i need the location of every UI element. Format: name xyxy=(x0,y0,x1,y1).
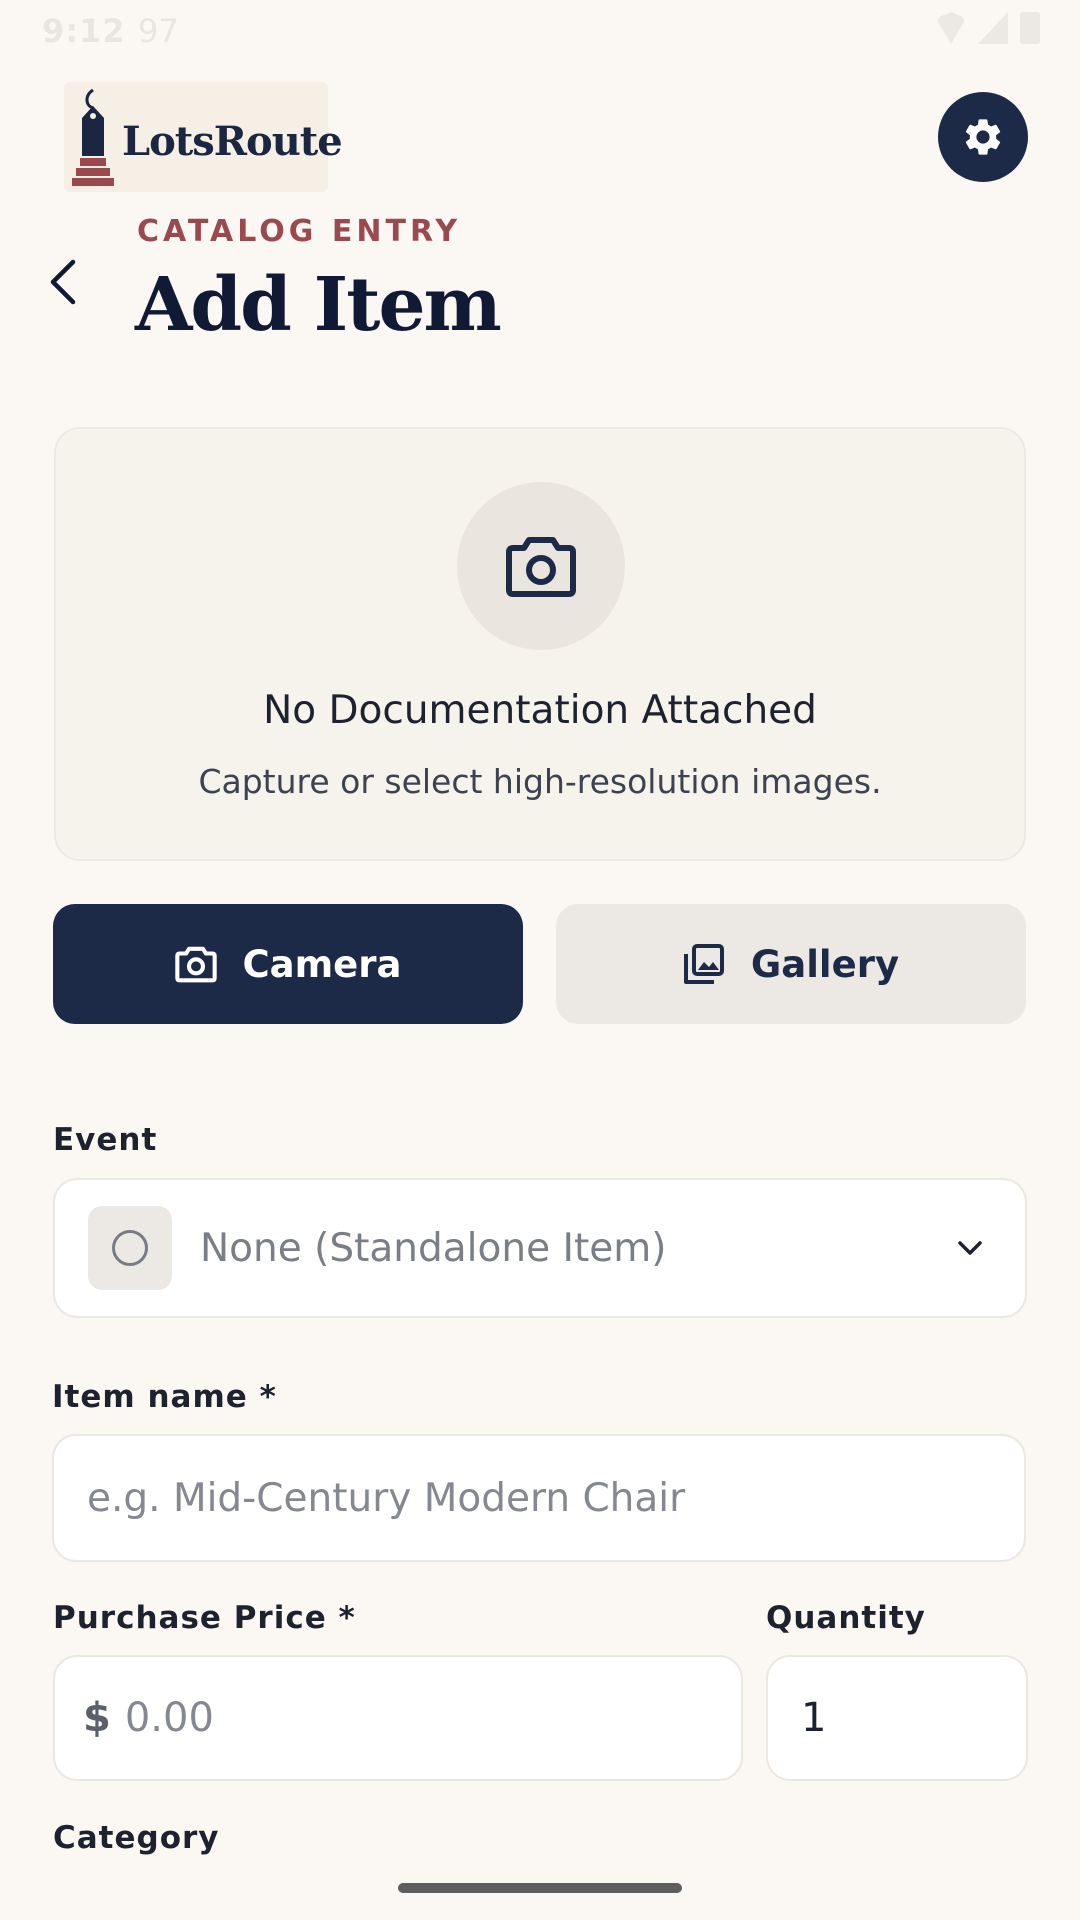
settings-button[interactable] xyxy=(938,92,1028,182)
wifi-icon xyxy=(936,12,966,44)
purchase-price-input[interactable]: $ 0.00 xyxy=(53,1655,743,1781)
currency-symbol: $ xyxy=(83,1695,111,1741)
item-name-input[interactable]: e.g. Mid-Century Modern Chair xyxy=(52,1434,1026,1562)
documentation-placeholder xyxy=(457,482,625,650)
signal-icon xyxy=(978,12,1008,44)
camera-icon xyxy=(174,946,217,983)
back-chevron-icon xyxy=(50,259,76,305)
gear-icon xyxy=(965,119,1001,155)
documentation-subtitle: Capture or select high-resolution images… xyxy=(198,762,882,801)
status-time: 9:12 xyxy=(42,12,126,50)
purchase-price-placeholder: 0.00 xyxy=(124,1695,214,1741)
item-name-placeholder: e.g. Mid-Century Modern Chair xyxy=(87,1475,686,1521)
page-eyebrow: CATALOG ENTRY xyxy=(137,214,462,249)
event-selected-value: None (Standalone Item) xyxy=(200,1225,667,1271)
event-select[interactable]: None (Standalone Item) xyxy=(53,1178,1027,1318)
camera-button[interactable]: Camera xyxy=(53,904,523,1024)
quantity-input[interactable]: 1 xyxy=(766,1655,1028,1781)
page-title: Add Item xyxy=(135,262,502,348)
gallery-icon xyxy=(683,944,724,984)
documentation-title: No Documentation Attached xyxy=(263,688,817,733)
gallery-button-label: Gallery xyxy=(750,942,900,986)
battery-icon xyxy=(1020,12,1040,44)
home-indicator[interactable] xyxy=(398,1883,682,1893)
camera-button-label: Camera xyxy=(242,942,402,986)
event-label: Event xyxy=(53,1122,158,1158)
camera-icon xyxy=(506,537,576,597)
logo-tag-icon xyxy=(72,88,114,186)
purchase-price-label: Purchase Price * xyxy=(53,1600,356,1636)
quantity-label: Quantity xyxy=(766,1600,926,1636)
item-name-label: Item name * xyxy=(52,1379,277,1415)
chevron-down-icon xyxy=(955,1233,985,1263)
app-name: LotsRoute xyxy=(122,118,343,165)
status-bar: 9:12 97 xyxy=(0,0,1080,62)
category-label: Category xyxy=(53,1820,220,1856)
status-indicator: 97 xyxy=(138,12,179,50)
event-icon-box xyxy=(88,1206,172,1290)
radio-circle-icon xyxy=(112,1230,148,1266)
status-icons xyxy=(936,12,1040,44)
gallery-button[interactable]: Gallery xyxy=(556,904,1026,1024)
back-button[interactable] xyxy=(38,252,88,312)
quantity-value: 1 xyxy=(801,1695,827,1741)
